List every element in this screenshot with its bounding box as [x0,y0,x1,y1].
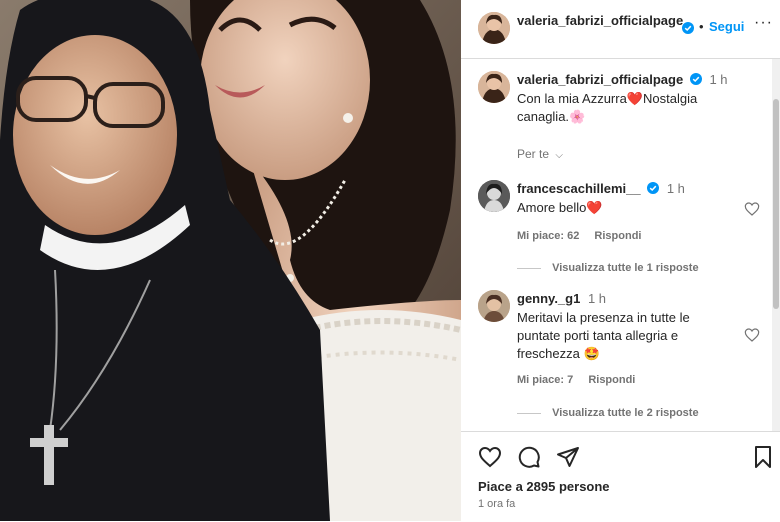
comment-username[interactable]: genny._g1 1 h [517,291,606,306]
avatar[interactable] [478,180,510,212]
avatar[interactable] [478,12,510,44]
heart-icon[interactable] [478,445,502,469]
replies-divider [517,412,541,414]
verified-icon [647,182,660,194]
replies-divider [517,267,541,269]
reply-button[interactable]: Rispondi [588,374,635,386]
verified-icon [682,22,694,34]
caption-username[interactable]: valeria_fabrizi_officialpage 1 h [517,72,728,87]
see-translation-label[interactable]: Per te [517,147,549,161]
avatar[interactable] [478,71,510,103]
avatar-image [478,290,510,322]
view-replies-button[interactable]: Visualizza tutte le 1 risposte [517,262,699,274]
comments-panel: valeria_fabrizi_officialpage • Segui ··· [461,0,780,521]
avatar[interactable] [478,290,510,322]
header-username[interactable]: valeria_fabrizi_officialpage [517,12,687,29]
comment-likes[interactable]: Mi piace: 7 [517,374,573,386]
likes-count[interactable]: Piace a 2895 persone [478,479,610,494]
post-footer: Piace a 2895 persone 1 ora fa [461,431,780,522]
bookmark-icon[interactable] [751,445,775,469]
chevron-down-icon: ⌵ [555,150,563,161]
comment-text: Meritavi la presenza in tutte le puntate… [517,309,690,363]
heart-icon[interactable] [744,201,760,217]
comment-likes[interactable]: Mi piace: 62 [517,230,579,242]
reply-button[interactable]: Rispondi [594,230,641,242]
view-replies-label[interactable]: Visualizza tutte le 2 risposte [552,407,699,419]
comment-icon[interactable] [517,445,541,469]
verified-badge [682,20,694,38]
caption-line-1: Con la mia Azzurra❤️Nostalgia [517,91,698,106]
caption-username-text[interactable]: valeria_fabrizi_officialpage [517,72,683,87]
comment-line-1: Amore bello❤️ [517,200,603,215]
avatar-image [478,71,510,103]
comment-line-1: Meritavi la presenza in tutte le [517,310,690,325]
heart-icon[interactable] [744,327,760,343]
view-replies-label[interactable]: Visualizza tutte le 1 risposte [552,262,699,274]
see-translation-link[interactable]: Per te ⌵ [517,147,563,161]
comment-text: Amore bello❤️ [517,199,603,217]
follow-button[interactable]: Segui [709,19,744,34]
post-header: valeria_fabrizi_officialpage • Segui ··· [461,0,780,59]
comment-meta: Mi piace: 7 Rispondi [517,374,647,386]
avatar-image [478,180,510,212]
separator-dot: • [699,19,704,34]
comment-line-3: freschezza 🤩 [517,346,600,361]
verified-icon [689,73,702,85]
caption-time: 1 h [709,72,728,87]
more-icon[interactable]: ··· [754,14,773,32]
post-image [0,0,461,521]
comment-line-2: puntate porti tanta allegria e [517,328,679,343]
share-icon[interactable] [556,445,580,469]
comment-username[interactable]: francescachillemi__ 1 h [517,181,685,196]
caption-line-2: canaglia.🌸 [517,109,586,124]
post-time: 1 ora fa [478,498,516,510]
view-replies-button[interactable]: Visualizza tutte le 2 risposte [517,407,699,419]
scrollbar-thumb[interactable] [773,99,779,309]
comment-meta: Mi piace: 62 Rispondi [517,230,653,242]
comments-scroll[interactable]: valeria_fabrizi_officialpage 1 h Con la … [461,59,772,431]
comment-time: 1 h [587,291,607,306]
comment-username-text[interactable]: francescachillemi__ [517,181,641,196]
comment-time: 1 h [666,181,685,196]
avatar-image [478,12,510,44]
comment-username-text[interactable]: genny._g1 [517,291,580,306]
scrollbar[interactable] [772,59,780,431]
post-photo[interactable] [0,0,461,521]
caption-text: Con la mia Azzurra❤️Nostalgia canaglia.🌸 [517,90,697,126]
